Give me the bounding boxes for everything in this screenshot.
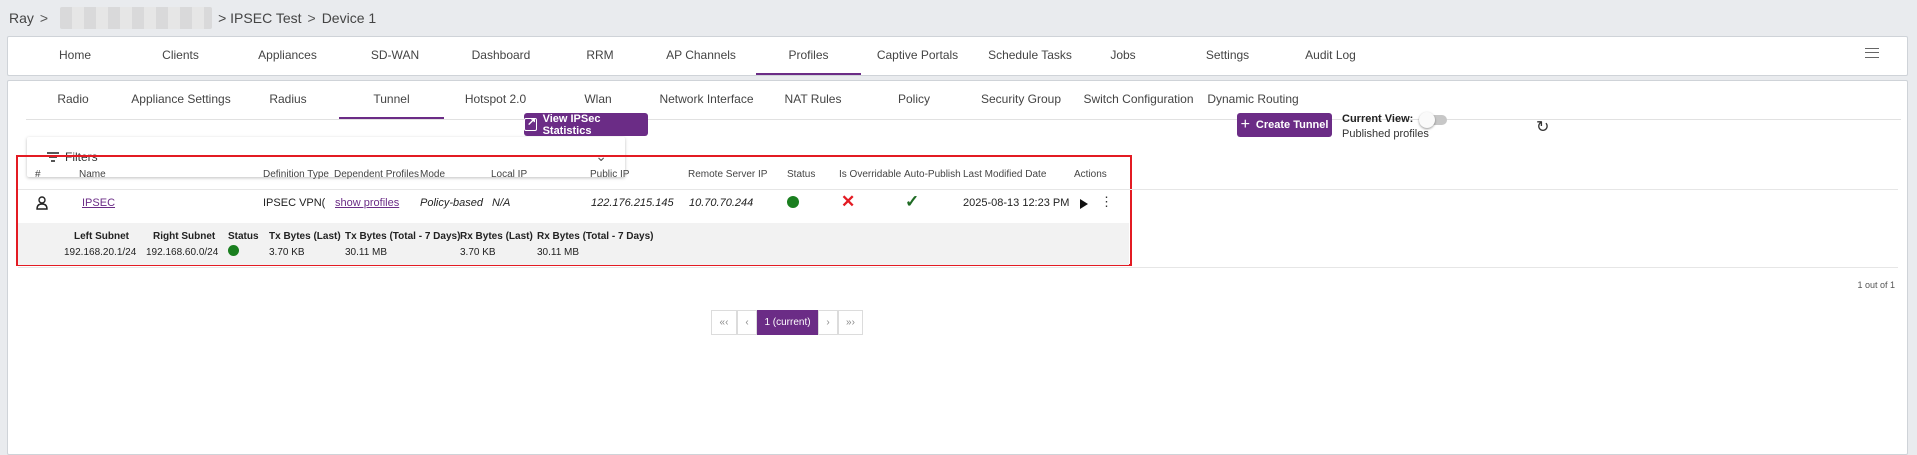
col-mode[interactable]: Mode bbox=[420, 169, 445, 180]
subnav-divider bbox=[26, 119, 1901, 120]
breadcrumb-separator: > bbox=[39, 10, 49, 26]
table-header-divider bbox=[18, 189, 1898, 190]
nav-captive-portals[interactable]: Captive Portals bbox=[865, 37, 970, 75]
more-options-icon[interactable]: ⋮ bbox=[1100, 195, 1113, 208]
result-count: 1 out of 1 bbox=[1857, 280, 1895, 290]
create-tunnel-label: Create Tunnel bbox=[1255, 119, 1329, 131]
subnav-policy[interactable]: Policy bbox=[884, 81, 944, 119]
published-profiles-toggle[interactable] bbox=[1419, 112, 1447, 128]
breadcrumb-separator: > bbox=[218, 10, 227, 26]
next-page-button[interactable]: › bbox=[818, 310, 838, 335]
nav-jobs[interactable]: Jobs bbox=[1093, 37, 1153, 75]
rx-total-value: 30.11 MB bbox=[537, 247, 580, 258]
menu-icon[interactable] bbox=[1865, 48, 1879, 58]
subnav-nat-rules[interactable]: NAT Rules bbox=[778, 81, 848, 119]
main-nav-panel: Home Clients Appliances SD-WAN Dashboard… bbox=[7, 36, 1908, 76]
nav-settings[interactable]: Settings bbox=[1190, 37, 1265, 75]
last-page-button[interactable]: »› bbox=[838, 310, 863, 335]
nav-ap-channels[interactable]: AP Channels bbox=[651, 37, 751, 75]
rx-last-value: 3.70 KB bbox=[460, 247, 496, 258]
tunnel-detail-row bbox=[18, 223, 1129, 265]
right-subnet-value: 192.168.60.0/24 bbox=[146, 247, 219, 258]
col-index: # bbox=[35, 169, 41, 180]
cross-icon: ✕ bbox=[841, 192, 856, 211]
nav-appliances[interactable]: Appliances bbox=[245, 37, 330, 75]
subnav-switch-configuration[interactable]: Switch Configuration bbox=[1076, 81, 1201, 119]
tx-total-value: 30.11 MB bbox=[345, 247, 388, 258]
local-ip-cell: N/A bbox=[492, 197, 511, 209]
breadcrumb-redacted bbox=[60, 7, 213, 29]
play-icon[interactable] bbox=[1080, 199, 1088, 209]
subnav-network-interface[interactable]: Network Interface bbox=[654, 81, 759, 119]
col-last-modified-date[interactable]: Last Modified Date bbox=[963, 169, 1046, 180]
status-ok-icon bbox=[787, 196, 799, 208]
detail-col-right-subnet: Right Subnet bbox=[153, 231, 216, 242]
subnav-appliance-settings[interactable]: Appliance Settings bbox=[126, 81, 236, 119]
col-is-overridable[interactable]: Is Overridable bbox=[839, 169, 901, 180]
view-ipsec-statistics-label: View IPSec Statistics bbox=[542, 112, 601, 137]
col-auto-publish[interactable]: Auto-Publish bbox=[904, 169, 961, 180]
col-public-ip[interactable]: Public IP bbox=[590, 169, 629, 180]
last-modified-cell: 2025-08-13 12:23 PM bbox=[963, 197, 1070, 209]
nav-home[interactable]: Home bbox=[40, 37, 110, 75]
breadcrumb-device: Device 1 bbox=[321, 10, 377, 26]
breadcrumb-root[interactable]: Ray bbox=[9, 10, 34, 26]
col-dependent-profiles[interactable]: Dependent Profiles bbox=[334, 169, 419, 180]
breadcrumb: Ray > > IPSEC Test > Device 1 bbox=[9, 7, 377, 29]
nav-dashboard[interactable]: Dashboard bbox=[456, 37, 546, 75]
tunnel-name-link[interactable]: IPSEC bbox=[82, 197, 115, 209]
col-actions: Actions bbox=[1074, 169, 1107, 180]
subnav-radius[interactable]: Radius bbox=[253, 81, 323, 119]
col-name[interactable]: Name bbox=[79, 169, 106, 180]
tx-last-value: 3.70 KB bbox=[269, 247, 305, 258]
current-page-button[interactable]: 1 (current) bbox=[757, 310, 818, 335]
first-page-button[interactable]: «‹ bbox=[711, 310, 737, 335]
nav-audit-log[interactable]: Audit Log bbox=[1288, 37, 1373, 75]
current-view-label: Current View: bbox=[1342, 113, 1414, 125]
show-profiles-link[interactable]: show profiles bbox=[335, 197, 399, 209]
detail-status-ok-icon bbox=[228, 245, 239, 256]
left-subnet-value: 192.168.20.1/24 bbox=[64, 247, 137, 258]
mode-cell: Policy-based bbox=[420, 197, 483, 209]
detail-col-tx-total: Tx Bytes (Total - 7 Days) bbox=[345, 231, 461, 242]
detail-col-tx-last: Tx Bytes (Last) bbox=[269, 231, 341, 242]
nav-rrm[interactable]: RRM bbox=[570, 37, 630, 75]
remote-server-ip-cell: 10.70.70.244 bbox=[689, 197, 754, 209]
breadcrumb-separator: > bbox=[307, 10, 316, 26]
person-icon bbox=[36, 196, 48, 210]
breadcrumb-project[interactable]: IPSEC Test bbox=[230, 10, 301, 26]
check-icon: ✓ bbox=[905, 192, 920, 211]
nav-clients[interactable]: Clients bbox=[143, 37, 218, 75]
col-local-ip[interactable]: Local IP bbox=[491, 169, 527, 180]
create-tunnel-button[interactable]: + Create Tunnel bbox=[1237, 113, 1332, 137]
detail-col-rx-total: Rx Bytes (Total - 7 Days) bbox=[537, 231, 654, 242]
table-bottom-divider bbox=[18, 267, 1898, 268]
content-panel: Radio Appliance Settings Radius Tunnel H… bbox=[7, 80, 1908, 455]
col-remote-server-ip[interactable]: Remote Server IP bbox=[688, 169, 767, 180]
prev-page-button[interactable]: ‹ bbox=[737, 310, 757, 335]
refresh-icon[interactable]: ↻ bbox=[1536, 117, 1549, 137]
nav-profiles[interactable]: Profiles bbox=[756, 37, 861, 75]
subnav-tunnel[interactable]: Tunnel bbox=[339, 81, 444, 119]
external-link-icon bbox=[524, 115, 537, 131]
current-view-value: Published profiles bbox=[1342, 128, 1429, 140]
detail-col-status: Status bbox=[228, 231, 259, 242]
view-ipsec-statistics-button[interactable]: View IPSec Statistics bbox=[524, 112, 648, 137]
nav-sd-wan[interactable]: SD-WAN bbox=[355, 37, 435, 75]
detail-col-left-subnet: Left Subnet bbox=[74, 231, 129, 242]
subnav-security-group[interactable]: Security Group bbox=[976, 81, 1066, 119]
subnav-radio[interactable]: Radio bbox=[43, 81, 103, 119]
col-status[interactable]: Status bbox=[787, 169, 815, 180]
nav-schedule-tasks[interactable]: Schedule Tasks bbox=[975, 37, 1085, 75]
detail-col-rx-last: Rx Bytes (Last) bbox=[460, 231, 533, 242]
plus-icon: + bbox=[1240, 116, 1250, 133]
public-ip-cell: 122.176.215.145 bbox=[591, 197, 674, 209]
definition-type-cell: IPSEC VPN(IKE bbox=[263, 197, 325, 209]
col-definition-type[interactable]: Definition Type bbox=[263, 169, 329, 180]
